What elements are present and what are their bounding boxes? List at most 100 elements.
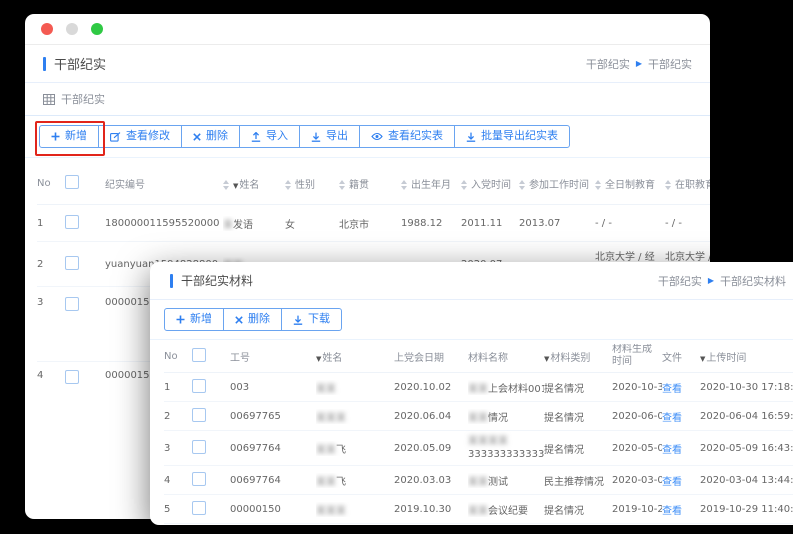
table-row[interactable]: 5 00000150 某某某 2019.10.30 某某会议纪要 提名情况 20… [164, 495, 793, 524]
column-header-generated-time[interactable]: 材料生成时间 [612, 344, 662, 369]
column-header-fulltime-education[interactable]: 全日制教育 [595, 176, 665, 191]
redacted-text: 某某 [316, 477, 336, 488]
column-header-employee-id[interactable]: 工号 [230, 349, 316, 364]
delete-button[interactable]: 删除 [181, 125, 240, 148]
column-header-record-id[interactable]: 纪实编号 [105, 176, 223, 191]
sort-icon[interactable] [223, 180, 229, 190]
filter-icon[interactable]: ▼ [544, 355, 549, 363]
generated-time: 2019-10-29 [612, 504, 662, 515]
sort-icon[interactable] [285, 180, 291, 190]
maximize-window-button[interactable] [91, 23, 103, 35]
sort-icon[interactable] [339, 180, 345, 190]
page-title-text: 干部纪实材料 [181, 272, 253, 289]
import-button[interactable]: 导入 [239, 125, 300, 148]
view-file-link[interactable]: 查看 [662, 506, 682, 517]
filter-icon[interactable]: ▼ [700, 355, 705, 363]
column-header-gender[interactable]: 性别 [285, 176, 339, 191]
column-header-name[interactable]: ▼姓名 [223, 176, 285, 191]
column-header-name[interactable]: ▼姓名 [316, 349, 394, 364]
redacted-text: 某某某 [316, 413, 346, 424]
row-no: 1 [164, 382, 192, 393]
view-file-link[interactable]: 查看 [662, 445, 682, 456]
row-checkbox[interactable] [65, 370, 79, 384]
view-file-link[interactable]: 查看 [662, 477, 682, 488]
breadcrumb-root[interactable]: 干部纪实 [658, 273, 702, 289]
upload-time: 2020-03-04 13:44:28 [700, 475, 793, 486]
add-button[interactable]: 新增 [39, 125, 99, 148]
column-header-party-join-date[interactable]: 入党时间 [461, 176, 519, 191]
view-file-link[interactable]: 查看 [662, 413, 682, 424]
material-category: 提名情况 [544, 380, 612, 395]
column-header-meeting-date[interactable]: 上党会日期 [394, 349, 468, 364]
table-row[interactable]: 1 003 某某 2020.10.02 某某上会材料001 提名情况 2020-… [164, 373, 793, 402]
delete-button[interactable]: 删除 [223, 308, 282, 331]
sort-icon[interactable] [595, 180, 601, 190]
minimize-window-button[interactable] [66, 23, 78, 35]
row-checkbox[interactable] [65, 297, 79, 311]
material-name: 某某会议纪要 [468, 502, 544, 517]
select-all-checkbox[interactable] [192, 348, 206, 362]
table-row[interactable]: 4 00697764 某某飞 2020.03.03 某某测试 民主推荐情况 20… [164, 466, 793, 495]
filter-icon[interactable]: ▼ [316, 355, 321, 363]
cadre-record-materials-panel: 干部纪实材料 干部纪实 ▶ 干部纪实材料 新增 删除 下载 No [150, 262, 793, 525]
person-name: 某某某 [316, 409, 394, 424]
export-button[interactable]: 导出 [299, 125, 360, 148]
column-header-birth-date[interactable]: 出生年月 [401, 176, 461, 191]
meeting-date: 2020.03.03 [394, 475, 468, 486]
table-row[interactable]: 1 180000011595520000 某发语 女 北京市 1988.12 2… [37, 205, 710, 242]
upload-time: 2020-05-09 16:43:45 [700, 443, 793, 454]
row-no: 4 [37, 370, 65, 381]
plus-icon [176, 315, 185, 324]
sort-icon[interactable] [519, 180, 525, 190]
row-checkbox[interactable] [65, 256, 79, 270]
column-header-upload-time[interactable]: ▼上传时间 [700, 349, 793, 364]
breadcrumb-arrow-icon: ▶ [636, 60, 642, 68]
upload-time: 2019-10-29 11:40:17 [700, 504, 793, 515]
column-header-native-place[interactable]: 籍贯 [339, 176, 401, 191]
download-button[interactable]: 下载 [281, 308, 342, 331]
row-checkbox[interactable] [65, 215, 79, 229]
toolbar-button-group: 新增 查看修改 删除 导入 导出 查看纪实表 [39, 125, 570, 148]
row-no: 3 [37, 297, 65, 308]
breadcrumb-root[interactable]: 干部纪实 [586, 56, 630, 72]
column-header-onjob-education[interactable]: 在职教育 [665, 176, 710, 191]
column-header-work-start-date[interactable]: 参加工作时间 [519, 176, 595, 191]
table-row[interactable]: 3 00697764 某某飞 2020.05.09 某某某某3333333333… [164, 431, 793, 466]
table-row[interactable]: 2 00697765 某某某 2020.06.04 某某情况 提名情况 2020… [164, 402, 793, 431]
breadcrumb: 干部纪实 ▶ 干部纪实材料 [658, 273, 790, 289]
view-file-link[interactable]: 查看 [662, 384, 682, 395]
add-button[interactable]: 新增 [164, 308, 224, 331]
table-row[interactable]: 6 00697764 某某飞 2019.10.30 某某会议纪要 提名情况 20… [164, 524, 793, 525]
sort-icon[interactable] [665, 180, 671, 190]
close-window-button[interactable] [41, 23, 53, 35]
filter-icon[interactable]: ▼ [233, 182, 238, 190]
sort-icon[interactable] [461, 180, 467, 190]
view-record-sheet-button[interactable]: 查看纪实表 [359, 125, 455, 148]
row-checkbox[interactable] [192, 501, 206, 515]
row-checkbox[interactable] [192, 472, 206, 486]
toolbar: 新增 查看修改 删除 导入 导出 查看纪实表 [25, 116, 710, 158]
employee-id: 003 [230, 382, 316, 393]
person-name: 某某飞 [316, 473, 394, 488]
row-no: 5 [164, 504, 192, 515]
row-checkbox[interactable] [192, 408, 206, 422]
row-checkbox[interactable] [192, 379, 206, 393]
redacted-text: 某某 [316, 384, 336, 395]
page-title-text: 干部纪实 [54, 54, 106, 73]
batch-export-sheet-button[interactable]: 批量导出纪实表 [454, 125, 570, 148]
row-checkbox[interactable] [192, 440, 206, 454]
view-edit-button-label: 查看修改 [126, 130, 170, 143]
column-header-material-category[interactable]: ▼材料类别 [544, 349, 612, 364]
gender-value: 女 [285, 216, 339, 231]
materials-table: No 工号 ▼姓名 上党会日期 材料名称 ▼材料类别 材料生成时间 文件 ▼上传… [150, 340, 793, 525]
row-no: 2 [37, 259, 65, 270]
column-header-material-name[interactable]: 材料名称 [468, 349, 544, 364]
column-header-file: 文件 [662, 349, 700, 364]
person-name: 某某飞 [316, 441, 394, 456]
employee-id: 00697764 [230, 443, 316, 454]
page-header: 干部纪实材料 干部纪实 ▶ 干部纪实材料 [150, 262, 793, 300]
sort-icon[interactable] [401, 180, 407, 190]
view-edit-button[interactable]: 查看修改 [98, 125, 182, 148]
select-all-checkbox[interactable] [65, 175, 79, 189]
meeting-date: 2020.05.09 [394, 443, 468, 454]
